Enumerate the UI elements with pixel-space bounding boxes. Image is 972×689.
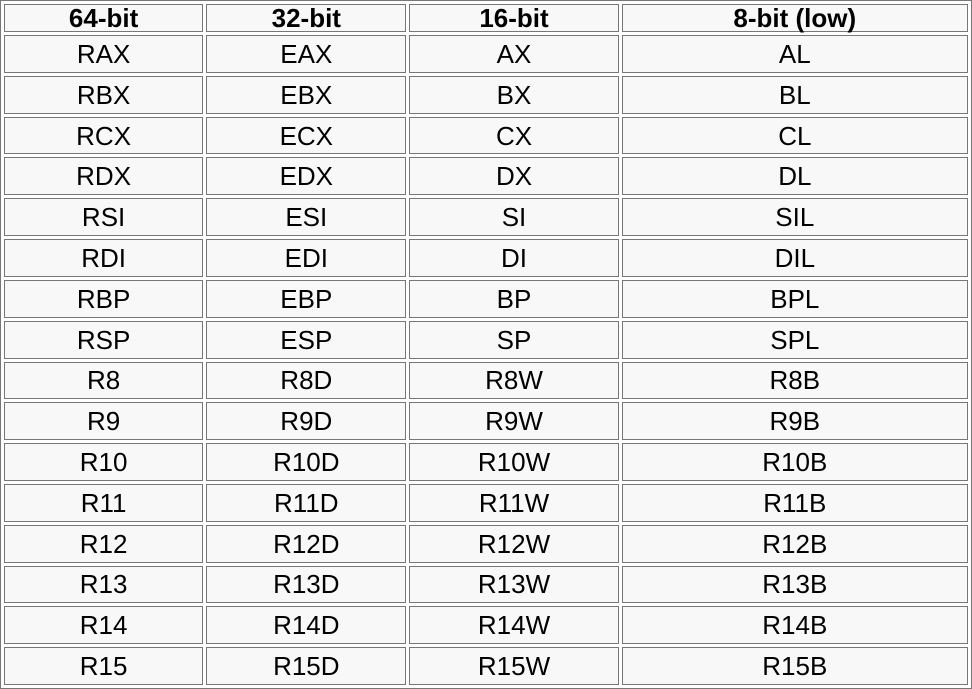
cell-16-bit: DI <box>409 239 619 277</box>
cell-32-bit: R11D <box>206 483 407 522</box>
cell-8-bit-low: R15B <box>621 647 968 685</box>
cell-32-bit: EDX <box>206 157 407 196</box>
header-cell-8-bit-low: 8-bit (low) <box>621 4 968 32</box>
cell-16-bit: SI <box>409 198 619 237</box>
cell-64-bit: R15 <box>4 647 204 685</box>
table-row: RBX EBX BX BL <box>4 75 968 114</box>
cell-32-bit: R12D <box>206 524 407 563</box>
cell-8-bit-low: R8B <box>621 361 968 400</box>
cell-32-bit: ESP <box>206 320 407 359</box>
table-header: 64-bit 32-bit 16-bit 8-bit (low) <box>4 4 968 32</box>
cell-16-bit: SP <box>409 320 619 359</box>
cell-8-bit-low: R14B <box>621 606 968 645</box>
cell-32-bit: EDI <box>206 239 407 277</box>
cell-8-bit-low: DIL <box>621 239 968 277</box>
cell-8-bit-low: R9B <box>621 402 968 441</box>
cell-16-bit: BX <box>409 75 619 114</box>
cell-16-bit: R15W <box>409 647 619 685</box>
cell-32-bit: R8D <box>206 361 407 400</box>
cell-16-bit: DX <box>409 157 619 196</box>
cell-8-bit-low: SPL <box>621 320 968 359</box>
cell-32-bit: R15D <box>206 647 407 685</box>
cell-8-bit-low: R12B <box>621 524 968 563</box>
cell-64-bit: R12 <box>4 524 204 563</box>
cell-16-bit: BP <box>409 279 619 318</box>
cell-16-bit: R8W <box>409 361 619 400</box>
cell-8-bit-low: DL <box>621 157 968 196</box>
register-table: 64-bit 32-bit 16-bit 8-bit (low) RAX EAX A… <box>0 0 972 689</box>
table-row: RCX ECX CX CL <box>4 116 968 155</box>
cell-64-bit: RSP <box>4 320 204 359</box>
header-cell-16-bit: 16-bit <box>409 4 619 32</box>
cell-16-bit: R12W <box>409 524 619 563</box>
cell-64-bit: RSI <box>4 198 204 237</box>
header-cell-32-bit: 32-bit <box>206 4 407 32</box>
cell-64-bit: R8 <box>4 361 204 400</box>
table-row: R9 R9D R9W R9B <box>4 402 968 441</box>
cell-64-bit: RBP <box>4 279 204 318</box>
table-row: R10 R10D R10W R10B <box>4 443 968 481</box>
table-row: RSI ESI SI SIL <box>4 198 968 237</box>
cell-64-bit: R11 <box>4 483 204 522</box>
cell-32-bit: ESI <box>206 198 407 237</box>
cell-16-bit: R9W <box>409 402 619 441</box>
table-body: RAX EAX AX AL RBX EBX BX BL RCX ECX CX CL RDX EDX DX DL… <box>4 35 968 685</box>
cell-64-bit: R10 <box>4 443 204 481</box>
cell-16-bit: R11W <box>409 483 619 522</box>
table-row: R13 R13D R13W R13B <box>4 565 968 604</box>
cell-32-bit: EBP <box>206 279 407 318</box>
table-row: RAX EAX AX AL <box>4 35 968 73</box>
cell-64-bit: RAX <box>4 35 204 73</box>
header-row: 64-bit 32-bit 16-bit 8-bit (low) <box>4 4 968 32</box>
table-row: RDX EDX DX DL <box>4 157 968 196</box>
cell-8-bit-low: SIL <box>621 198 968 237</box>
table-row: R12 R12D R12W R12B <box>4 524 968 563</box>
cell-64-bit: R9 <box>4 402 204 441</box>
cell-8-bit-low: BPL <box>621 279 968 318</box>
cell-8-bit-low: CL <box>621 116 968 155</box>
cell-64-bit: RCX <box>4 116 204 155</box>
cell-16-bit: CX <box>409 116 619 155</box>
cell-8-bit-low: AL <box>621 35 968 73</box>
table-row: R15 R15D R15W R15B <box>4 647 968 685</box>
table-row: RBP EBP BP BPL <box>4 279 968 318</box>
cell-8-bit-low: R13B <box>621 565 968 604</box>
cell-16-bit: R13W <box>409 565 619 604</box>
cell-64-bit: RBX <box>4 75 204 114</box>
cell-32-bit: ECX <box>206 116 407 155</box>
cell-64-bit: RDX <box>4 157 204 196</box>
cell-8-bit-low: BL <box>621 75 968 114</box>
cell-16-bit: R14W <box>409 606 619 645</box>
header-cell-64-bit: 64-bit <box>4 4 204 32</box>
cell-32-bit: EAX <box>206 35 407 73</box>
cell-32-bit: R9D <box>206 402 407 441</box>
cell-16-bit: R10W <box>409 443 619 481</box>
table-row: R14 R14D R14W R14B <box>4 606 968 645</box>
cell-16-bit: AX <box>409 35 619 73</box>
cell-8-bit-low: R11B <box>621 483 968 522</box>
table-row: RDI EDI DI DIL <box>4 239 968 277</box>
table-row: RSP ESP SP SPL <box>4 320 968 359</box>
cell-8-bit-low: R10B <box>621 443 968 481</box>
cell-32-bit: R13D <box>206 565 407 604</box>
table-row: R11 R11D R11W R11B <box>4 483 968 522</box>
cell-32-bit: EBX <box>206 75 407 114</box>
cell-64-bit: RDI <box>4 239 204 277</box>
cell-64-bit: R13 <box>4 565 204 604</box>
cell-32-bit: R14D <box>206 606 407 645</box>
cell-32-bit: R10D <box>206 443 407 481</box>
table-row: R8 R8D R8W R8B <box>4 361 968 400</box>
cell-64-bit: R14 <box>4 606 204 645</box>
